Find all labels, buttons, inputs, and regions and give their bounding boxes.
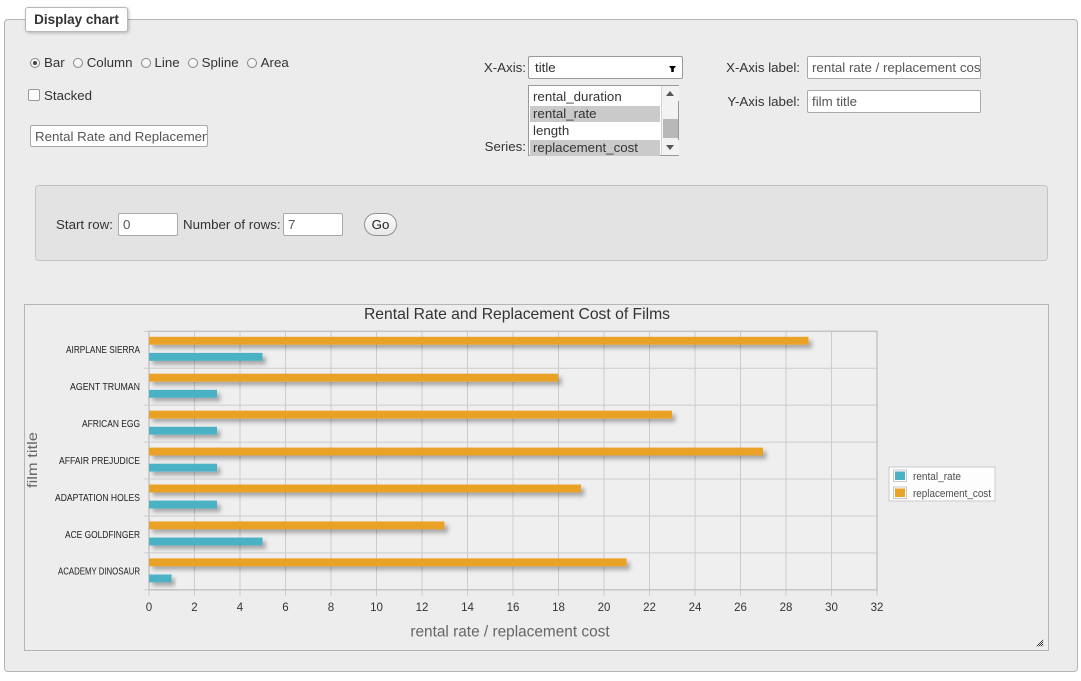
svg-text:8: 8 [328,602,334,614]
svg-text:replacement_cost: replacement_cost [913,488,991,500]
svg-text:14: 14 [461,602,474,614]
svg-text:4: 4 [237,602,244,614]
svg-text:30: 30 [825,602,838,614]
svg-text:28: 28 [780,602,793,614]
svg-text:12: 12 [416,602,429,614]
svg-text:film title: film title [24,432,40,488]
svg-text:rental_rate: rental_rate [913,471,961,483]
svg-text:0: 0 [146,602,152,614]
svg-text:rental rate / replacement cost: rental rate / replacement cost [410,624,610,641]
svg-text:26: 26 [734,602,747,614]
svg-text:ACE GOLDFINGER: ACE GOLDFINGER [65,530,140,541]
svg-text:22: 22 [643,602,656,614]
svg-text:32: 32 [871,602,884,614]
svg-text:ADAPTATION HOLES: ADAPTATION HOLES [55,493,140,504]
svg-text:AFFAIR PREJUDICE: AFFAIR PREJUDICE [59,456,140,467]
svg-text:ACADEMY DINOSAUR: ACADEMY DINOSAUR [58,567,140,578]
svg-text:10: 10 [370,602,383,614]
svg-text:Rental Rate and Replacement Co: Rental Rate and Replacement Cost of Film… [364,306,670,323]
svg-text:AGENT TRUMAN: AGENT TRUMAN [70,382,140,393]
svg-text:AIRPLANE SIERRA: AIRPLANE SIERRA [66,345,140,356]
svg-text:18: 18 [552,602,565,614]
svg-text:6: 6 [282,602,288,614]
svg-text:2: 2 [191,602,197,614]
svg-text:AFRICAN EGG: AFRICAN EGG [82,419,140,430]
svg-text:16: 16 [507,602,520,614]
svg-text:24: 24 [689,602,702,614]
svg-text:20: 20 [598,602,611,614]
